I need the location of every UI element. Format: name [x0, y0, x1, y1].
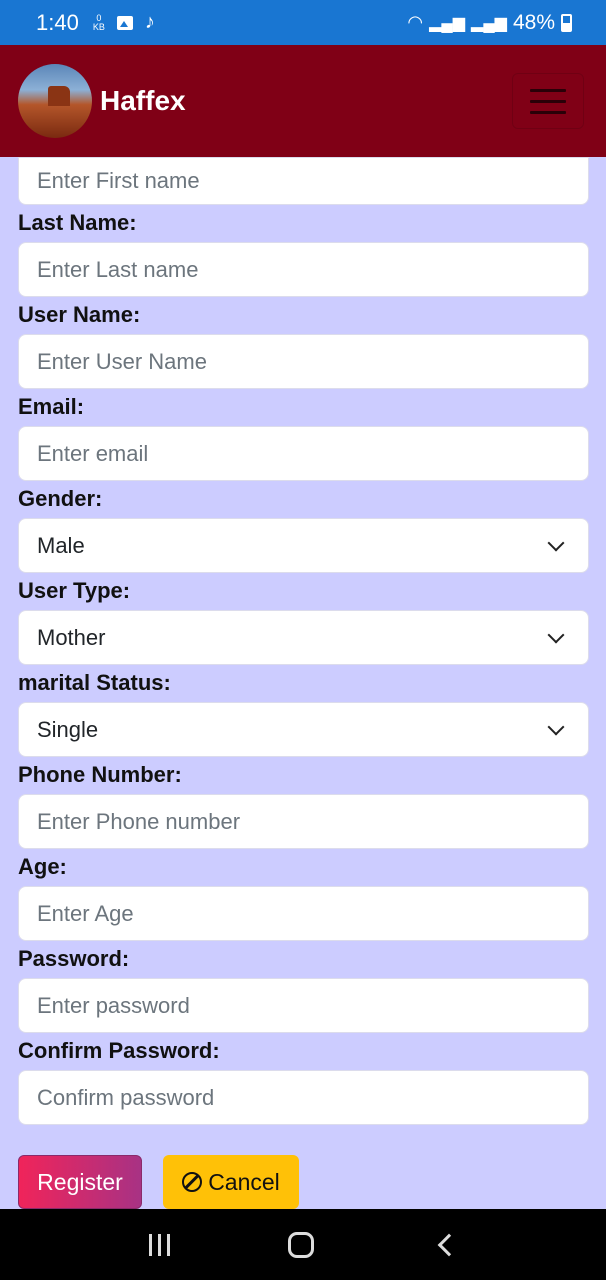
status-right: ◠ ▂▄▆ ▂▄▆ 48% [407, 11, 572, 35]
chevron-down-icon [547, 534, 565, 551]
hamburger-icon [530, 88, 566, 92]
tiktok-icon: ♪ [144, 11, 155, 33]
user-type-value: Mother [37, 624, 106, 650]
last-name-input[interactable]: Enter Last name [18, 242, 589, 297]
app-navbar: Haffex [0, 45, 606, 157]
battery-percent: 48% [512, 10, 555, 34]
phone-label: Phone Number: [18, 762, 182, 787]
password-input[interactable]: Enter password [18, 978, 589, 1033]
back-icon[interactable] [437, 1233, 461, 1256]
cancel-button[interactable]: Cancel [163, 1155, 299, 1209]
form-actions: Register Cancel [18, 1155, 299, 1209]
signal-icon: ▂▄▆ [429, 14, 466, 32]
password-label: Password: [18, 946, 130, 971]
email-input[interactable]: Enter email [18, 426, 589, 481]
registration-form: Enter First name Last Name: Enter Last n… [18, 157, 589, 1125]
user-name-input[interactable]: Enter User Name [18, 334, 589, 389]
confirm-password-input[interactable]: Confirm password [18, 1070, 589, 1125]
confirm-password-label: Confirm Password: [18, 1038, 220, 1063]
status-time: 1:40 [36, 9, 79, 35]
home-icon[interactable] [288, 1231, 315, 1258]
hamburger-menu-button[interactable] [512, 73, 584, 129]
chevron-down-icon [547, 626, 565, 643]
chevron-down-icon [547, 718, 565, 735]
age-input[interactable]: Enter Age [18, 886, 589, 941]
status-left-icons: 0 KB ♪ [93, 11, 155, 34]
confirm-password-placeholder: Confirm password [37, 1084, 215, 1110]
age-label: Age: [18, 854, 67, 879]
hamburger-line [530, 110, 566, 114]
last-name-placeholder: Enter Last name [37, 256, 199, 282]
wifi-icon: ◠ [407, 12, 424, 32]
recent-apps-icon[interactable] [149, 1233, 171, 1256]
user-type-label: User Type: [18, 578, 131, 603]
marital-status-value: Single [37, 716, 99, 742]
user-type-select[interactable]: Mother [18, 610, 589, 665]
ban-icon [182, 1172, 203, 1192]
age-placeholder: Enter Age [37, 900, 134, 926]
marital-status-label: marital Status: [18, 670, 171, 695]
battery-icon [561, 13, 572, 32]
brand-title[interactable]: Haffex [100, 85, 186, 117]
gender-select[interactable]: Male [18, 518, 589, 573]
logo-avatar[interactable] [18, 64, 92, 138]
data-speed-indicator: 0 KB [92, 12, 105, 32]
status-bar: 1:40 0 KB ♪ ◠ ▂▄▆ ▂▄▆ 48% [0, 0, 606, 45]
email-placeholder: Enter email [37, 440, 149, 466]
gender-label: Gender: [18, 486, 103, 511]
register-button[interactable]: Register [18, 1155, 142, 1209]
email-label: Email: [18, 394, 85, 419]
phone-placeholder: Enter Phone number [37, 808, 241, 834]
user-name-label: User Name: [18, 302, 141, 327]
user-name-placeholder: Enter User Name [37, 348, 207, 374]
cancel-label: Cancel [208, 1168, 280, 1195]
password-placeholder: Enter password [37, 992, 190, 1018]
system-navigation-bar [0, 1209, 606, 1280]
marital-status-select[interactable]: Single [18, 702, 589, 757]
gallery-icon [116, 15, 133, 30]
last-name-label: Last Name: [18, 210, 137, 235]
hamburger-line [530, 99, 566, 103]
phone-input[interactable]: Enter Phone number [18, 794, 589, 849]
gender-value: Male [37, 532, 85, 558]
signal-icon-2: ▂▄▆ [471, 14, 507, 32]
first-name-input[interactable]: Enter First name [18, 157, 589, 205]
first-name-placeholder: Enter First name [37, 168, 200, 193]
